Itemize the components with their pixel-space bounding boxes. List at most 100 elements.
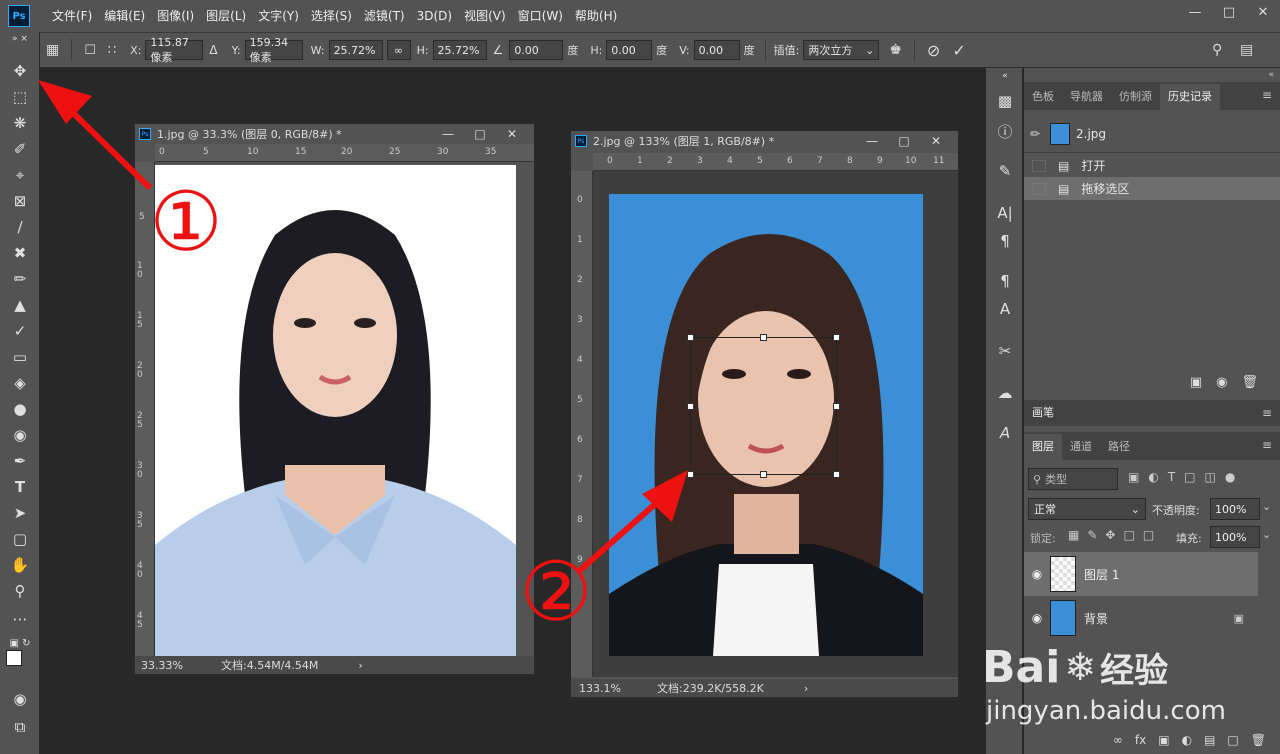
width-field[interactable]: 25.72% bbox=[328, 40, 383, 60]
fill-field[interactable]: 100% bbox=[1210, 526, 1260, 548]
dodge-tool-icon[interactable]: ◉ bbox=[8, 424, 32, 446]
transform-handle[interactable] bbox=[687, 403, 694, 410]
x-field[interactable]: 115.87 像素 bbox=[145, 36, 204, 64]
transform-handle[interactable] bbox=[833, 334, 840, 341]
history-item-selected[interactable]: ▤ 拖移选区 bbox=[1024, 177, 1280, 200]
tab-channels[interactable]: 通道 bbox=[1062, 434, 1100, 460]
document-1-titlebar[interactable]: Ps 1.jpg @ 33.3% (图层 0, RGB/8#) * — □ ✕ bbox=[135, 124, 534, 144]
y-field[interactable]: 159.34 像素 bbox=[244, 36, 303, 64]
zoom-level[interactable]: 133.1% bbox=[571, 682, 631, 695]
info-icon[interactable]: ⓘ bbox=[994, 120, 1016, 142]
eraser-tool-icon[interactable]: ▭ bbox=[8, 346, 32, 368]
tab-layers[interactable]: 图层 bbox=[1024, 434, 1062, 460]
lock-transparency-icon[interactable]: ▦ bbox=[1068, 528, 1079, 542]
chevron-down-icon[interactable]: ⌄ bbox=[1262, 500, 1271, 513]
eye-icon[interactable]: ◉ bbox=[1024, 611, 1050, 625]
minimize-icon[interactable]: — bbox=[432, 124, 464, 144]
brush-settings-icon[interactable]: ✎ bbox=[994, 160, 1016, 182]
commit-transform-icon[interactable]: ✓ bbox=[952, 41, 965, 60]
interpolation-select[interactable]: 两次立方 ⌄ bbox=[803, 40, 880, 60]
quick-mask-icon[interactable]: ◉ bbox=[8, 688, 32, 710]
snapshot-camera-icon[interactable]: ◉ bbox=[1216, 375, 1227, 390]
transform-handle[interactable] bbox=[760, 334, 767, 341]
document-2-titlebar[interactable]: Ps 2.jpg @ 133% (图层 1, RGB/8#) * — □ ✕ bbox=[571, 131, 958, 151]
workspace-icon[interactable]: ▤ bbox=[1240, 42, 1253, 58]
tab-history[interactable]: 历史记录 bbox=[1160, 84, 1220, 110]
new-group-icon[interactable]: ▤ bbox=[1204, 733, 1215, 747]
link-layers-icon[interactable]: ∞ bbox=[1113, 733, 1123, 747]
collapse-panel-icon[interactable]: « bbox=[1268, 70, 1274, 80]
rectangle-tool-icon[interactable]: ▢ bbox=[8, 528, 32, 550]
new-document-from-state-icon[interactable]: ▣ bbox=[1190, 375, 1202, 390]
paragraph-icon[interactable]: ¶ bbox=[994, 230, 1016, 252]
height-field[interactable]: 25.72% bbox=[432, 40, 487, 60]
reference-checkbox[interactable]: ☐ bbox=[84, 43, 96, 58]
pixel-filter-icon[interactable]: ▣ bbox=[1128, 470, 1139, 484]
search-icon[interactable]: ⚲ bbox=[1212, 42, 1222, 58]
shape-filter-icon[interactable]: □ bbox=[1184, 470, 1195, 484]
document-info[interactable]: 文档:239.2K/558.2K bbox=[657, 680, 764, 696]
angle-field[interactable]: 0.00 bbox=[509, 40, 564, 60]
transform-handle[interactable] bbox=[833, 403, 840, 410]
zoom-level[interactable]: 33.33% bbox=[135, 659, 185, 672]
tab-clone-source[interactable]: 仿制源 bbox=[1111, 84, 1160, 110]
move-tool-icon[interactable]: ✥ bbox=[8, 60, 32, 82]
panel-menu-icon[interactable]: ≡ bbox=[1262, 406, 1272, 420]
lock-position-icon[interactable]: ✥ bbox=[1105, 528, 1115, 542]
path-selection-tool-icon[interactable]: ➤ bbox=[8, 502, 32, 524]
filter-toggle-icon[interactable]: ● bbox=[1225, 470, 1235, 484]
eyedropper-tool-icon[interactable]: ∕ bbox=[8, 216, 32, 238]
maximize-icon[interactable]: □ bbox=[888, 131, 920, 151]
hskew-field[interactable]: 0.00 bbox=[606, 40, 653, 60]
layer-name[interactable]: 背景 bbox=[1084, 610, 1108, 627]
blur-tool-icon[interactable]: ● bbox=[8, 398, 32, 420]
warp-mode-icon[interactable]: ♚ bbox=[889, 42, 902, 58]
artboard-lock-icon[interactable]: □ bbox=[1123, 528, 1134, 542]
menu-file[interactable]: 文件(F) bbox=[46, 0, 98, 32]
tab-brush[interactable]: 画笔 bbox=[1024, 400, 1062, 426]
menu-filter[interactable]: 滤镜(T) bbox=[358, 0, 411, 32]
history-source-checkbox[interactable] bbox=[1032, 159, 1046, 172]
layer-comps-icon[interactable]: ▩ bbox=[994, 90, 1016, 112]
menu-layer[interactable]: 图层(L) bbox=[200, 0, 252, 32]
character-styles-icon[interactable]: A bbox=[994, 298, 1016, 320]
document-info[interactable]: 文档:4.54M/4.54M bbox=[221, 657, 318, 673]
type-filter-icon[interactable]: T bbox=[1168, 470, 1175, 484]
tab-paths[interactable]: 路径 bbox=[1100, 434, 1138, 460]
adjustment-filter-icon[interactable]: ◐ bbox=[1148, 470, 1158, 484]
relative-position-icon[interactable]: Δ bbox=[209, 43, 217, 57]
document-window-2[interactable]: Ps 2.jpg @ 133% (图层 1, RGB/8#) * — □ ✕ 0… bbox=[570, 130, 959, 698]
chevron-down-icon[interactable]: ⌄ bbox=[1262, 528, 1271, 541]
history-snapshot[interactable]: ✏ 2.jpg bbox=[1024, 122, 1280, 146]
transform-handle[interactable] bbox=[760, 471, 767, 478]
foreground-color-swatch[interactable] bbox=[6, 650, 22, 666]
lasso-tool-icon[interactable]: ❋ bbox=[8, 112, 32, 134]
brush-tool-icon[interactable]: ✏ bbox=[8, 268, 32, 290]
hand-tool-icon[interactable]: ✋ bbox=[8, 554, 32, 576]
menu-help[interactable]: 帮助(H) bbox=[569, 0, 623, 32]
maximize-icon[interactable]: □ bbox=[464, 124, 496, 144]
close-icon[interactable]: ✕ bbox=[920, 131, 952, 151]
menu-type[interactable]: 文字(Y) bbox=[252, 0, 305, 32]
close-icon[interactable]: ✕ bbox=[1246, 0, 1280, 24]
screen-mode-icon[interactable]: ⧉ bbox=[8, 716, 32, 738]
healing-brush-tool-icon[interactable]: ✖ bbox=[8, 242, 32, 264]
libraries-icon[interactable]: ☁ bbox=[994, 382, 1016, 404]
layer-filter-select[interactable]: ⚲ 类型 bbox=[1028, 468, 1118, 490]
glyphs-icon[interactable]: A bbox=[994, 422, 1016, 444]
blend-mode-select[interactable]: 正常 ⌄ bbox=[1028, 498, 1146, 520]
transform-handle[interactable] bbox=[687, 471, 694, 478]
history-brush-tool-icon[interactable]: ✓ bbox=[8, 320, 32, 342]
transform-handle[interactable] bbox=[833, 471, 840, 478]
chevron-right-icon[interactable]: › bbox=[804, 682, 808, 695]
panel-menu-icon[interactable]: ≡ bbox=[1262, 88, 1272, 102]
tab-swatches[interactable]: 色板 bbox=[1024, 84, 1062, 110]
smart-object-filter-icon[interactable]: ◫ bbox=[1205, 470, 1216, 484]
paragraph-styles-icon[interactable]: ¶ bbox=[994, 270, 1016, 292]
add-mask-icon[interactable]: ▣ bbox=[1158, 733, 1169, 747]
opacity-field[interactable]: 100% bbox=[1210, 498, 1260, 520]
crop-tool-icon[interactable]: ⌖ bbox=[8, 164, 32, 186]
close-icon[interactable]: ✕ bbox=[496, 124, 528, 144]
cancel-transform-icon[interactable]: ⊘ bbox=[927, 41, 940, 60]
menu-select[interactable]: 选择(S) bbox=[305, 0, 358, 32]
